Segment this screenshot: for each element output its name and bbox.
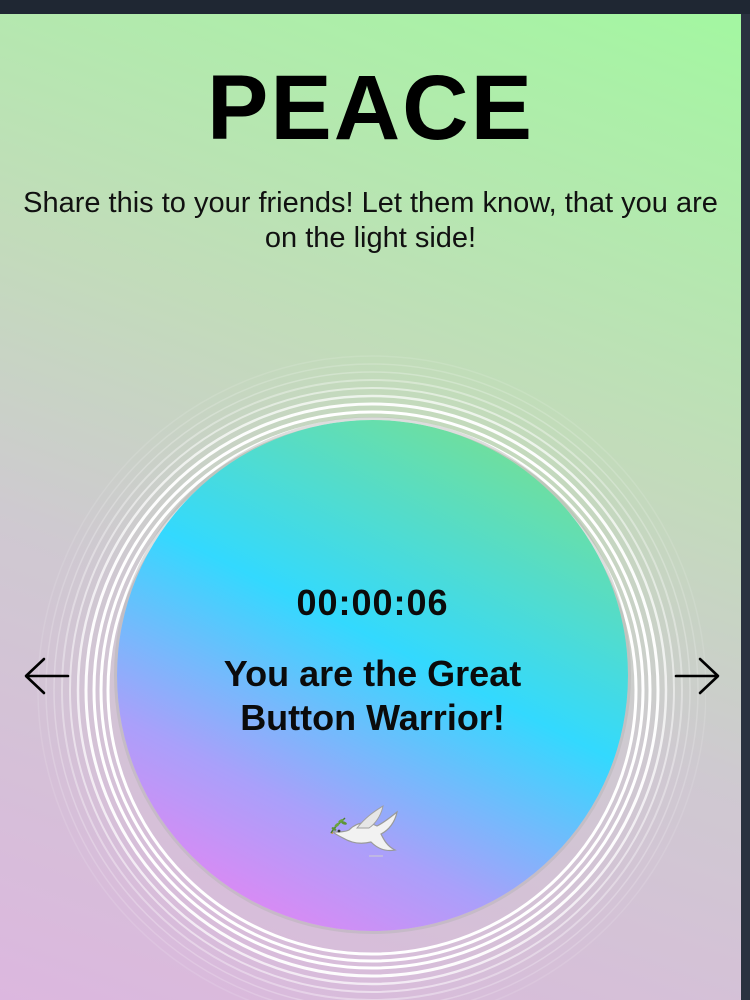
page-subtitle: Share this to your friends! Let them kno… <box>23 187 718 254</box>
window-right-edge <box>741 14 750 1000</box>
app-screen: PEACE Share this to your friends! Let th… <box>0 14 741 1000</box>
page-title: PEACE <box>207 57 534 159</box>
arrow-right-icon[interactable] <box>672 651 722 701</box>
peace-button[interactable]: 00:00:06 You are the Great Button Warrio… <box>117 420 628 931</box>
elapsed-timer: 00:00:06 <box>296 582 449 623</box>
rank-title: You are the Great Button Warrior! <box>223 653 522 738</box>
arrow-left-icon[interactable] <box>22 651 72 701</box>
window-top-bar <box>0 0 750 14</box>
dove-icon <box>330 804 398 857</box>
